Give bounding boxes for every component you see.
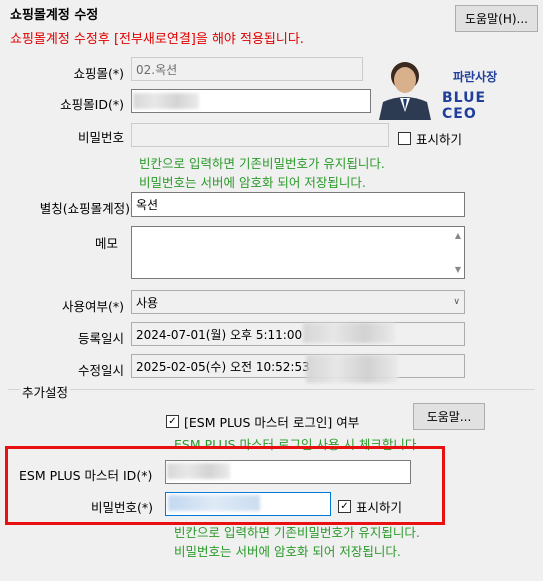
- extra-settings-title: 추가설정: [20, 382, 71, 401]
- esm-id-label: ESM PLUS 마스터 ID(*): [19, 468, 153, 483]
- redacted-mod-time: [306, 355, 398, 383]
- blue-ceo-logo: 파란사장 BLUE CEO: [369, 54, 524, 122]
- mall-select: 02.옥션: [131, 57, 363, 81]
- use-select-value: 사용: [136, 295, 159, 310]
- memo-textarea[interactable]: ▲ ▼: [131, 226, 465, 279]
- alias-input-value: 옥션: [136, 198, 159, 212]
- show-password-label: 표시하기: [416, 132, 463, 147]
- checkbox-icon: [398, 132, 411, 145]
- redacted-reg-time: [303, 323, 395, 343]
- scroll-down-icon[interactable]: ▼: [455, 265, 461, 274]
- password-input[interactable]: [131, 123, 389, 147]
- esm-show-password-label: 표시하기: [356, 500, 403, 515]
- esm-password-hint-1: 빈칸으로 입력하면 기존비밀번호가 유지됩니다.: [174, 525, 420, 540]
- brand-line2: BLUE CEO: [442, 90, 487, 122]
- checkbox-checked-icon: ✓: [166, 415, 179, 428]
- use-label: 사용여부(*): [61, 299, 124, 314]
- reg-date-label: 등록일시: [77, 331, 124, 346]
- password-hint-2: 비밀번호는 서버에 암호화 되어 저장됩니다.: [139, 175, 366, 190]
- password-label: 비밀번호: [77, 130, 124, 145]
- warning-text: 쇼핑몰계정 수정후 [전부새로연결]을 해야 적용됩니다.: [10, 32, 304, 47]
- esm-show-password-checkbox[interactable]: ✓ 표시하기: [338, 497, 402, 516]
- mall-label: 쇼핑몰(*): [73, 66, 124, 81]
- show-password-checkbox[interactable]: 표시하기: [398, 129, 462, 148]
- scroll-up-icon[interactable]: ▲: [455, 231, 461, 240]
- memo-label: 메모: [94, 236, 118, 251]
- password-hint-1: 빈칸으로 입력하면 기존비밀번호가 유지됩니다.: [139, 156, 385, 171]
- checkbox-checked-icon: ✓: [338, 500, 351, 513]
- help-button[interactable]: 도움말(H)...: [455, 5, 538, 32]
- redacted-esm-id: [167, 463, 230, 479]
- esm-master-checkbox[interactable]: ✓ [ESM PLUS 마스터 로그인] 여부: [166, 412, 359, 431]
- dialog-title: 쇼핑몰계정 수정: [10, 8, 99, 23]
- use-select[interactable]: 사용 ∨: [131, 290, 465, 314]
- chevron-down-icon: ∨: [453, 297, 460, 307]
- reg-date-field: 2024-07-01(월) 오후 5:11:00: [131, 322, 465, 346]
- alias-input[interactable]: 옥션: [131, 192, 465, 217]
- esm-password-hint-2: 비밀번호는 서버에 암호화 되어 저장됩니다.: [174, 544, 401, 559]
- esm-password-label: 비밀번호(*): [90, 500, 153, 515]
- brand-line1: 파란사장: [453, 70, 498, 84]
- esm-master-checkbox-label: [ESM PLUS 마스터 로그인] 여부: [184, 415, 360, 430]
- mall-id-label: 쇼핑몰ID(*): [60, 97, 124, 112]
- mod-date-label: 수정일시: [77, 363, 124, 378]
- redacted-esm-password: [168, 495, 260, 511]
- reg-date-value: 2024-07-01(월) 오후 5:11:00: [136, 327, 303, 342]
- mall-select-value: 02.옥션: [136, 62, 178, 77]
- mod-date-value: 2025-02-05(수) 오전 10:52:53: [136, 359, 310, 374]
- esm-help-button[interactable]: 도움말...: [413, 403, 485, 430]
- group-divider: [8, 389, 535, 390]
- redacted-mall-id: [133, 93, 199, 109]
- alias-label: 별칭(쇼핑몰계정): [39, 201, 130, 216]
- mod-date-field: 2025-02-05(수) 오전 10:52:53: [131, 354, 465, 378]
